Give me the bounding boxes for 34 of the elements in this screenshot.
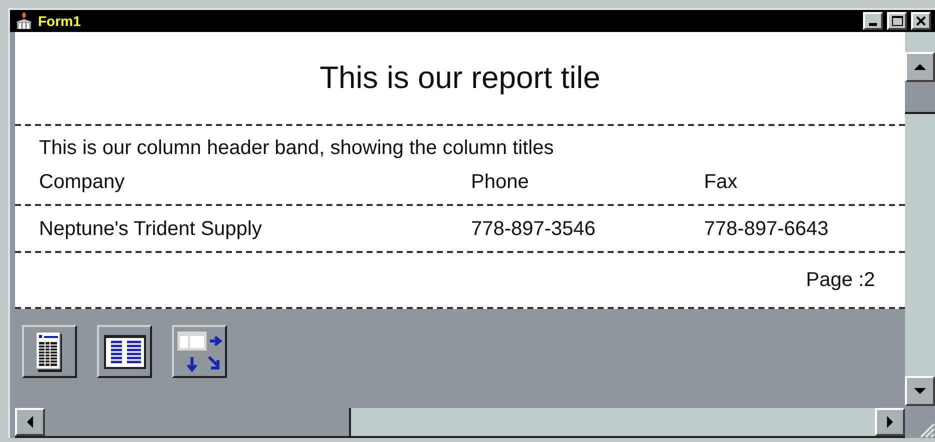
column-title: Company xyxy=(39,170,126,195)
close-button[interactable] xyxy=(911,12,931,30)
down-arrow-icon xyxy=(914,388,926,394)
table-cell-text: Neptune's Trident Supply xyxy=(39,216,263,242)
up-arrow-icon xyxy=(914,64,926,70)
header-note: This is our column header band, showing the column titles xyxy=(39,136,555,161)
scroll-down-button[interactable] xyxy=(905,376,935,406)
scroll-up-button[interactable] xyxy=(905,52,935,82)
horizontal-scroll-thumb[interactable] xyxy=(45,408,351,436)
report-button[interactable] xyxy=(22,325,77,378)
column-title: Fax xyxy=(704,170,738,195)
minimize-icon xyxy=(869,23,877,26)
list-icon xyxy=(104,334,146,368)
size-grip[interactable] xyxy=(905,406,935,438)
table-cell-text: 778-897-6643 xyxy=(704,216,830,242)
close-icon xyxy=(916,16,926,26)
building-icon xyxy=(14,12,34,30)
left-arrow-icon xyxy=(27,416,33,428)
minimize-button[interactable] xyxy=(863,12,883,30)
column-title: Phone xyxy=(471,170,530,195)
report-title: This is our report tile xyxy=(320,58,600,97)
scroll-right-button[interactable] xyxy=(875,408,905,436)
sheet-icon xyxy=(36,332,64,372)
arrows-icon xyxy=(176,330,222,372)
vertical-scroll-thumb[interactable] xyxy=(905,82,935,114)
right-arrow-icon xyxy=(887,416,893,428)
layout-button[interactable] xyxy=(172,325,227,378)
columns-button[interactable] xyxy=(97,325,152,378)
scroll-left-button[interactable] xyxy=(15,408,45,436)
page-number: Page :2 xyxy=(806,268,875,293)
window-title: Form1 xyxy=(38,12,81,30)
maximize-icon xyxy=(892,16,902,26)
table-cell-text: 778-897-3546 xyxy=(471,216,597,242)
maximize-button[interactable] xyxy=(887,12,907,30)
